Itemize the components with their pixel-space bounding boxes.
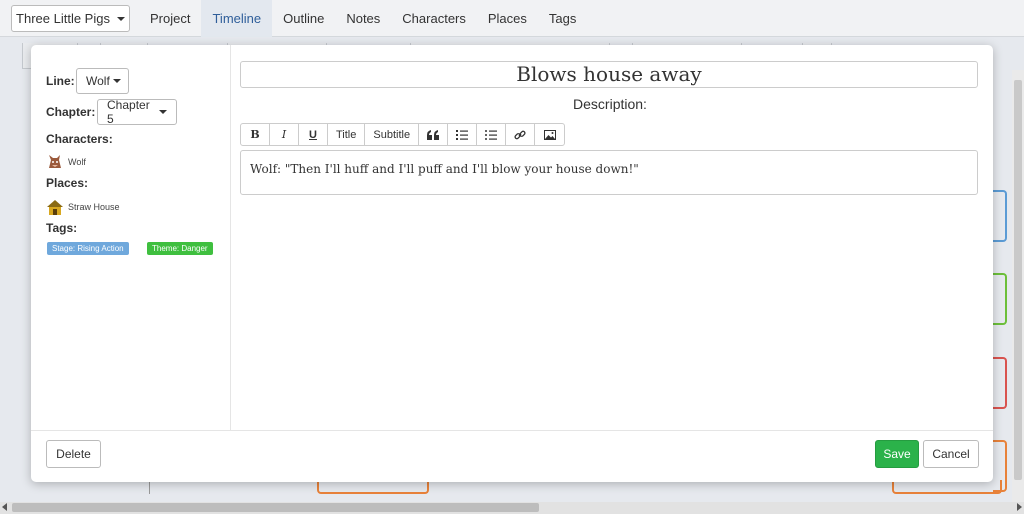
chapter-label: Chapter: bbox=[46, 105, 96, 119]
image-button[interactable] bbox=[535, 124, 564, 145]
tab-label: Timeline bbox=[212, 11, 262, 26]
tab-outline[interactable]: Outline bbox=[272, 0, 335, 37]
tab-label: Project bbox=[150, 11, 191, 26]
underline-button[interactable]: U bbox=[299, 124, 328, 145]
tab-places[interactable]: Places bbox=[477, 0, 538, 37]
line-dropdown-value: Wolf bbox=[86, 74, 110, 88]
subtitle-button[interactable]: Subtitle bbox=[365, 124, 420, 145]
line-dropdown[interactable]: Wolf bbox=[76, 68, 129, 94]
tab-label: Notes bbox=[346, 11, 381, 26]
numbered-list-icon bbox=[456, 129, 469, 140]
tab-timeline[interactable]: Timeline bbox=[201, 0, 273, 37]
italic-icon: I bbox=[281, 128, 287, 141]
places-label: Places: bbox=[46, 176, 89, 190]
tab-label: Outline bbox=[283, 11, 325, 26]
project-dropdown-label: Three Little Pigs bbox=[16, 11, 110, 26]
link-icon bbox=[514, 130, 526, 139]
bullet-list-icon bbox=[485, 129, 498, 140]
caret-down-icon bbox=[112, 79, 121, 83]
tab-label: Places bbox=[487, 11, 527, 26]
tab-label: Characters bbox=[402, 11, 466, 26]
project-dropdown[interactable]: Three Little Pigs bbox=[11, 5, 130, 32]
chapter-dropdown-value: Chapter 5 bbox=[107, 98, 150, 126]
underline-icon: U bbox=[309, 128, 317, 141]
horizontal-scroll-thumb[interactable] bbox=[12, 503, 539, 512]
tab-project[interactable]: Project bbox=[139, 0, 201, 37]
bold-icon: B bbox=[250, 128, 260, 141]
timeline-card-bottom bbox=[317, 480, 429, 494]
tag-label: Stage: Rising Action bbox=[52, 244, 124, 253]
straw-house-icon bbox=[47, 200, 63, 215]
modal-sidebar: Line: Wolf Chapter: Chapter 5 Characters… bbox=[31, 45, 231, 430]
quote-button[interactable] bbox=[419, 124, 449, 145]
characters-label: Characters: bbox=[46, 132, 113, 146]
title-button[interactable]: Title bbox=[328, 124, 366, 145]
tag-label: Theme: Danger bbox=[152, 244, 208, 253]
place-name: Straw House bbox=[68, 202, 120, 212]
save-button[interactable]: Save bbox=[875, 440, 919, 468]
subtitle-button-label: Subtitle bbox=[373, 128, 411, 141]
numbered-list-button[interactable] bbox=[448, 124, 478, 145]
timeline-line-red bbox=[993, 357, 1007, 409]
scene-edit-modal: Line: Wolf Chapter: Chapter 5 Characters… bbox=[31, 45, 993, 482]
bold-button[interactable]: B bbox=[241, 124, 270, 145]
scene-title-input[interactable]: Blows house away bbox=[240, 61, 978, 88]
bullet-list-button[interactable] bbox=[477, 124, 507, 145]
timeline-card-bottom bbox=[892, 480, 1002, 494]
place-item[interactable]: Straw House bbox=[46, 198, 120, 216]
delete-button[interactable]: Delete bbox=[46, 440, 101, 468]
tab-notes[interactable]: Notes bbox=[335, 0, 391, 37]
caret-down-icon bbox=[116, 16, 125, 21]
italic-button[interactable]: I bbox=[270, 124, 299, 145]
tab-characters[interactable]: Characters bbox=[391, 0, 477, 37]
link-button[interactable] bbox=[506, 124, 536, 145]
caret-down-icon bbox=[159, 110, 167, 114]
chapter-dropdown[interactable]: Chapter 5 bbox=[97, 98, 177, 126]
character-name: Wolf bbox=[68, 157, 86, 167]
wolf-icon bbox=[49, 155, 61, 168]
line-label: Line: bbox=[46, 74, 75, 88]
cancel-button[interactable]: Cancel bbox=[923, 440, 979, 468]
tags-label: Tags: bbox=[46, 221, 78, 235]
character-item[interactable]: Wolf bbox=[46, 153, 86, 171]
description-editor[interactable]: Wolf: "Then I'll huff and I'll puff and … bbox=[240, 150, 978, 195]
top-nav: Three Little Pigs Project Timeline Outli… bbox=[0, 0, 1024, 37]
tab-tags[interactable]: Tags bbox=[538, 0, 587, 37]
scroll-right-icon[interactable] bbox=[1017, 503, 1022, 511]
image-icon bbox=[543, 129, 556, 140]
modal-footer: Delete Save Cancel bbox=[31, 430, 993, 482]
timeline-divider bbox=[149, 482, 150, 494]
editor-toolbar: B I U Title Subtitle bbox=[240, 123, 566, 146]
vertical-scroll-thumb[interactable] bbox=[1014, 80, 1022, 480]
title-button-label: Title bbox=[336, 128, 357, 141]
nav-tabs: Project Timeline Outline Notes Character… bbox=[139, 0, 587, 37]
scroll-left-icon[interactable] bbox=[2, 503, 7, 511]
quote-icon bbox=[427, 129, 440, 140]
modal-content: Blows house away Description: B I U Titl… bbox=[240, 45, 980, 430]
timeline-line-blue bbox=[993, 190, 1007, 242]
timeline-line-green bbox=[993, 273, 1007, 325]
tag-theme[interactable]: Theme: Danger bbox=[147, 242, 213, 255]
tag-stage[interactable]: Stage: Rising Action bbox=[47, 242, 129, 255]
tab-label: Tags bbox=[548, 11, 577, 26]
description-label: Description: bbox=[573, 96, 647, 112]
